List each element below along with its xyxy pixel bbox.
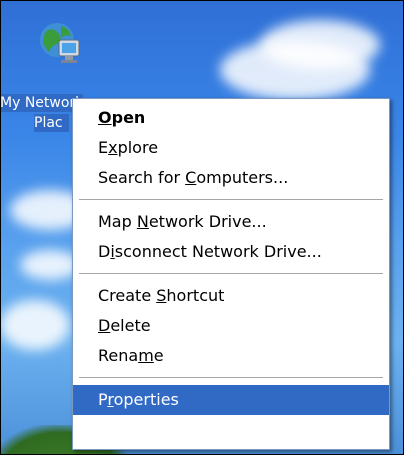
menu-item-label: Map — [98, 212, 137, 231]
menu-item-search-computers[interactable]: Search for Computers... — [73, 163, 389, 193]
menu-item-accel: x — [108, 138, 118, 157]
menu-item-label: etwork Drive... — [148, 212, 267, 231]
menu-item-accel: S — [156, 286, 167, 305]
menu-separator — [79, 199, 383, 200]
menu-item-disconnect-network-drive[interactable]: Disconnect Network Drive... — [73, 237, 389, 267]
menu-item-label: D — [98, 242, 111, 261]
menu-item-accel: m — [138, 346, 154, 365]
menu-item-explore[interactable]: Explore — [73, 133, 389, 163]
cloud — [20, 250, 80, 280]
menu-item-label: e — [153, 346, 164, 365]
menu-item-accel: N — [136, 212, 149, 231]
cloud — [260, 20, 380, 70]
menu-item-delete[interactable]: Delete — [73, 311, 389, 341]
menu-item-label: elete — [110, 316, 151, 335]
menu-item-label: plore — [117, 138, 159, 157]
context-menu: Open Explore Search for Computers... Map… — [72, 98, 390, 450]
menu-item-accel: C — [185, 168, 197, 187]
network-places-desktop-icon[interactable] — [0, 18, 118, 66]
menu-item-label: hortcut — [166, 286, 225, 305]
menu-item-label: Search for — [98, 168, 186, 187]
menu-item-label: pen — [111, 108, 146, 127]
menu-separator — [79, 273, 383, 274]
menu-item-label: Rena — [98, 346, 139, 365]
menu-item-label: Create — [98, 286, 157, 305]
menu-item-accel: D — [98, 316, 111, 335]
menu-item-map-network-drive[interactable]: Map Network Drive... — [73, 207, 389, 237]
menu-item-label: E — [98, 138, 109, 157]
cloud — [0, 300, 70, 350]
menu-item-label: sconnect Network Drive... — [114, 242, 322, 261]
menu-item-rename[interactable]: Rename — [73, 341, 389, 371]
menu-item-properties[interactable]: Properties — [73, 385, 389, 415]
menu-item-accel: O — [98, 108, 112, 127]
icon-label-line1: My Network — [0, 94, 84, 112]
menu-item-create-shortcut[interactable]: Create Shortcut — [73, 281, 389, 311]
menu-item-label: operties — [113, 390, 179, 409]
network-places-icon — [35, 18, 83, 66]
icon-label-line2: Plac — [34, 114, 69, 132]
menu-item-label: omputers... — [196, 168, 289, 187]
menu-item-open[interactable]: Open — [73, 103, 389, 133]
menu-separator — [79, 377, 383, 378]
menu-item-label: P — [98, 390, 108, 409]
